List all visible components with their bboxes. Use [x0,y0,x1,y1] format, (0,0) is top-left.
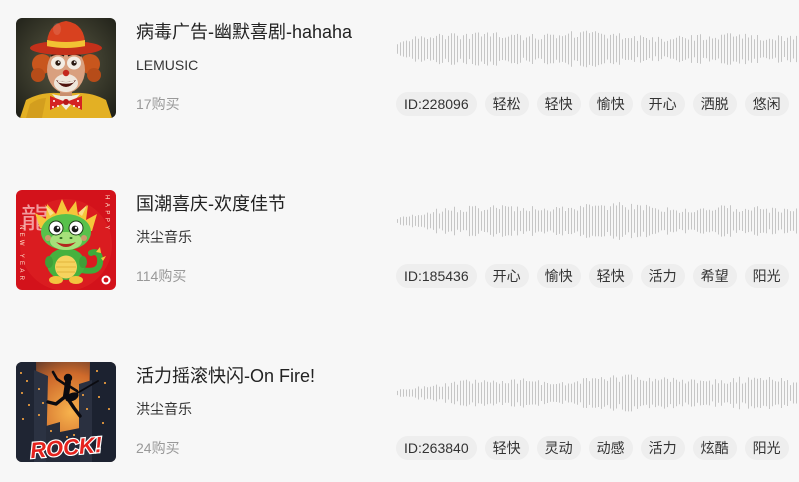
waveform-bars [397,30,797,68]
waveform[interactable] [396,371,799,415]
tag-chip[interactable]: 轻松 [484,92,529,116]
tag-chip[interactable]: 洒脱 [692,92,737,116]
waveform-bars [397,374,797,412]
tag-list: ID:185436 开心 愉快 轻快 活力 希望 阳光 [396,264,799,288]
track-cover[interactable]: ROCK! [16,362,116,462]
tag-chip[interactable]: 阳光 [744,264,789,288]
tag-chip[interactable]: 轻快 [536,92,581,116]
track-item: ROCK! 活力摇滚快闪-On Fire! 洪尘音乐 24购买 ID:26384… [0,362,799,462]
cover-art: ROCK! [16,362,116,462]
waveform-bars [397,202,797,240]
purchase-count: 24购买 [136,440,180,456]
tag-chip[interactable]: 愉快 [536,264,581,288]
cover-art: 龍 HAPPY NEW YEAR [16,190,116,290]
tag-chip[interactable]: 愉快 [588,92,633,116]
cover-text-happy: HAPPY [104,195,110,233]
tag-list: ID:228096 轻松 轻快 愉快 开心 洒脱 悠闲 [396,92,799,116]
tag-chip[interactable]: 炫酷 [692,436,737,460]
waveform[interactable] [396,199,799,243]
track-artist[interactable]: 洪尘音乐 [136,227,192,247]
tag-chip[interactable]: 活力 [640,436,685,460]
track-cover[interactable] [16,18,116,118]
purchase-count: 114购买 [136,268,187,284]
track-title[interactable]: 国潮喜庆-欢度佳节 [136,192,286,216]
tag-chip[interactable]: 动感 [588,436,633,460]
tag-chip[interactable]: 悠闲 [744,92,789,116]
tag-chip[interactable]: 希望 [692,264,737,288]
cover-text-rock: ROCK! [29,432,103,462]
tag-chip[interactable]: 阳光 [744,436,789,460]
track-list: 病毒广告-幽默喜剧-hahaha LEMUSIC 17购买 ID:228096 … [0,0,799,482]
track-title[interactable]: 病毒广告-幽默喜剧-hahaha [136,20,352,44]
tag-chip[interactable]: 轻快 [484,436,529,460]
tag-chip[interactable]: 轻快 [588,264,633,288]
track-artist[interactable]: LEMUSIC [136,55,198,75]
track-id-tag: ID:228096 [396,92,477,116]
track-title[interactable]: 活力摇滚快闪-On Fire! [136,364,315,388]
cover-text-new-year: NEW YEAR [18,225,24,283]
waveform[interactable] [396,27,799,71]
tag-chip[interactable]: 开心 [484,264,529,288]
tag-chip[interactable]: 活力 [640,264,685,288]
cover-art [16,18,116,118]
purchase-count: 17购买 [136,96,180,112]
track-id-tag: ID:185436 [396,264,477,288]
tag-chip[interactable]: 灵动 [536,436,581,460]
track-id-tag: ID:263840 [396,436,477,460]
track-cover[interactable]: 龍 HAPPY NEW YEAR [16,190,116,290]
track-item: 病毒广告-幽默喜剧-hahaha LEMUSIC 17购买 ID:228096 … [0,18,799,118]
track-item: 龍 HAPPY NEW YEAR 国潮喜庆-欢度佳节 洪尘音乐 114购买 ID… [0,190,799,290]
tag-list: ID:263840 轻快 灵动 动感 活力 炫酷 阳光 [396,436,799,460]
track-artist[interactable]: 洪尘音乐 [136,399,192,419]
tag-chip[interactable]: 开心 [640,92,685,116]
